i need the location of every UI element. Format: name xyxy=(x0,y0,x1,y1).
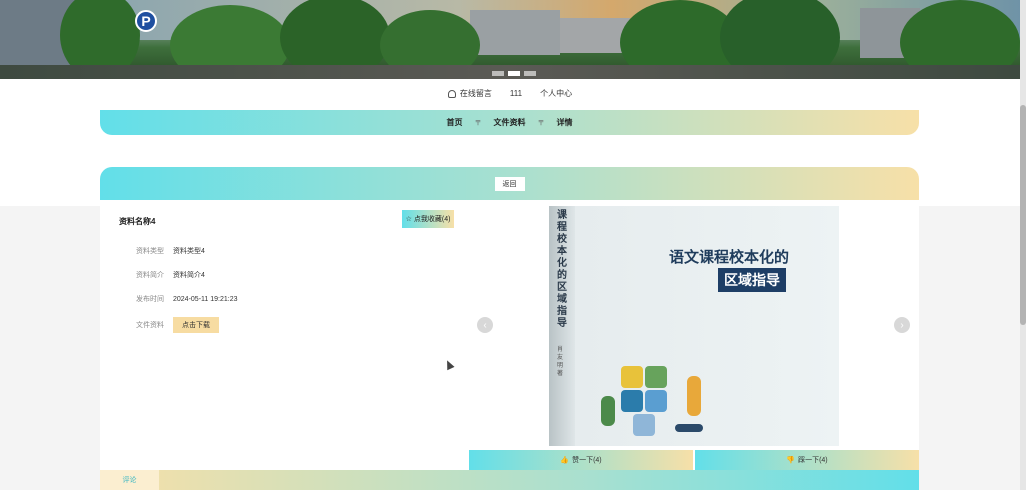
carousel-next-arrow[interactable]: › xyxy=(894,317,910,333)
item-title: 资料名称4 xyxy=(119,217,156,226)
carousel-dot[interactable] xyxy=(492,71,504,76)
consult-link[interactable]: 在线留言 xyxy=(447,88,492,99)
book-cover-image: 课程校本化的区域指导 肖友明 著 语文课程校本化的 区域指导 xyxy=(549,206,839,446)
profile-link[interactable]: 个人中心 xyxy=(540,88,572,99)
field-label: 文件资料 xyxy=(136,322,164,329)
building xyxy=(470,10,560,55)
dislike-label: 踩一下(4) xyxy=(798,457,828,464)
image-carousel[interactable]: 课程校本化的区域指导 肖友明 著 语文课程校本化的 区域指导 ‹ › xyxy=(469,206,919,446)
back-button[interactable]: 返回 xyxy=(494,176,525,191)
puzzle-piece xyxy=(633,414,655,436)
puzzle-piece xyxy=(645,390,667,412)
favorite-button[interactable]: ☆ 点我收藏(4) xyxy=(402,210,454,228)
username: 111 xyxy=(509,89,523,98)
cover-subtitle: 区域指导 xyxy=(718,268,786,292)
nav-separator: 〒 xyxy=(474,119,482,127)
download-button[interactable]: 点击下载 xyxy=(173,317,219,333)
field-label: 资料类型 xyxy=(136,248,164,255)
parking-sign-icon: P xyxy=(135,10,157,32)
carousel-prev-arrow[interactable]: ‹ xyxy=(477,317,493,333)
figure-person xyxy=(687,376,701,416)
thumbs-up-icon: 👍 xyxy=(560,457,570,464)
star-icon: ☆ xyxy=(405,216,412,223)
person-icon xyxy=(447,89,456,98)
field-intro: 资料简介 资料简介4 xyxy=(136,270,205,280)
user-bar: 在线留言 111 个人中心 xyxy=(0,88,1020,99)
field-type: 资料类型 资料类型4 xyxy=(136,246,205,256)
nav-home[interactable]: 首页 xyxy=(447,117,463,128)
consult-label: 在线留言 xyxy=(459,89,492,98)
carousel-dot-active[interactable] xyxy=(508,71,520,76)
favorite-label: 点我收藏(4) xyxy=(413,216,451,223)
thumbs-down-icon: 👎 xyxy=(786,457,796,464)
nav-files[interactable]: 文件资料 xyxy=(494,117,526,128)
field-file: 文件资料 点击下载 xyxy=(136,317,219,333)
back-bar: 返回 xyxy=(100,167,919,200)
detail-panel: 资料名称4 ☆ 点我收藏(4) 资料类型 资料类型4 资料简介 资料简介4 发布… xyxy=(100,206,919,470)
cover-title: 语文课程校本化的 xyxy=(669,248,790,266)
puzzle-piece xyxy=(645,366,667,388)
page-scrollbar[interactable] xyxy=(1020,0,1026,490)
nav-separator: 〒 xyxy=(537,119,545,127)
field-value: 资料类型4 xyxy=(173,248,205,255)
field-value: 2024-05-11 19:21:23 xyxy=(173,295,238,303)
spine-author: 肖友明 著 xyxy=(557,347,564,377)
field-label: 发布时间 xyxy=(136,296,164,303)
field-label: 资料简介 xyxy=(136,272,164,279)
comment-bar: 评论 xyxy=(100,470,919,490)
figure-person xyxy=(601,396,615,426)
nav-detail[interactable]: 详情 xyxy=(557,117,573,128)
puzzle-piece xyxy=(621,390,643,412)
like-label: 赞一下(4) xyxy=(572,457,602,464)
field-time: 发布时间 2024-05-11 19:21:23 xyxy=(136,294,237,304)
spine-title: 课程校本化的区域指导 xyxy=(557,210,567,329)
carousel-dot[interactable] xyxy=(524,71,536,76)
field-value: 资料简介4 xyxy=(173,272,205,279)
figure-skateboard xyxy=(675,424,703,432)
dislike-button[interactable]: 👎 踩一下(4) xyxy=(695,450,919,470)
carousel-indicators xyxy=(492,71,536,76)
vote-row: 👍 赞一下(4) 👎 踩一下(4) xyxy=(469,450,919,470)
main-nav: 首页 〒 文件资料 〒 详情 xyxy=(100,110,919,135)
banner-carousel[interactable]: P xyxy=(0,0,1020,79)
scrollbar-thumb[interactable] xyxy=(1020,105,1026,325)
puzzle-piece xyxy=(621,366,643,388)
tab-comment[interactable]: 评论 xyxy=(100,470,159,490)
book-spine: 课程校本化的区域指导 肖友明 著 xyxy=(549,206,575,446)
info-section: 资料名称4 ☆ 点我收藏(4) 资料类型 资料类型4 资料简介 资料简介4 发布… xyxy=(100,206,468,470)
like-button[interactable]: 👍 赞一下(4) xyxy=(469,450,693,470)
